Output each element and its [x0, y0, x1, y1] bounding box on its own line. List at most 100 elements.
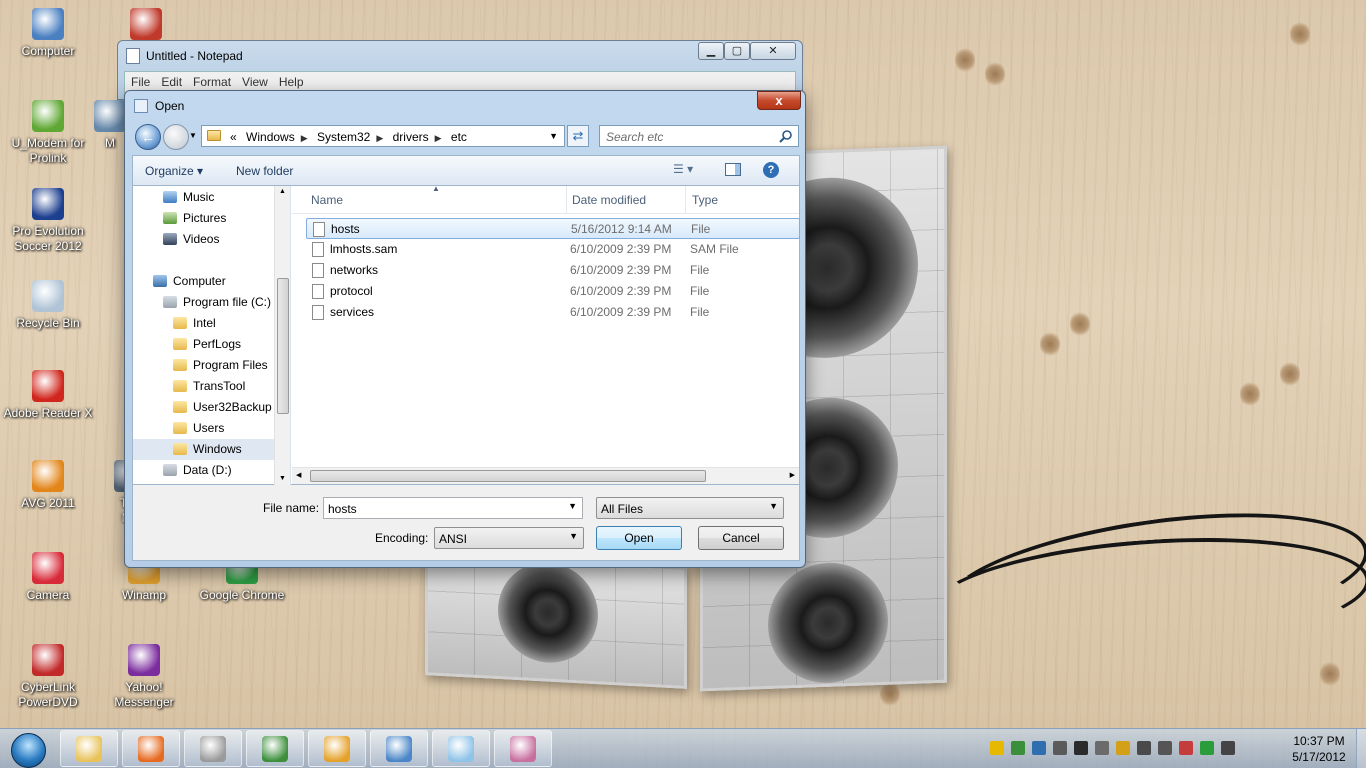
- notepad-close-button[interactable]: ✕: [750, 42, 796, 60]
- tree-item[interactable]: TransTool: [133, 376, 274, 397]
- yahoo-messenger-icon: [128, 644, 160, 676]
- cable-image: [926, 524, 1366, 666]
- tray-icon[interactable]: [1116, 740, 1130, 755]
- scroll-up-icon[interactable]: ▲: [279, 188, 286, 195]
- tray-icon[interactable]: [1074, 740, 1088, 755]
- chevron-right-icon[interactable]: ▶: [301, 133, 308, 143]
- tray-icon[interactable]: [1053, 740, 1067, 755]
- column-type[interactable]: Type: [692, 193, 718, 207]
- taskbar-button-paint[interactable]: [494, 730, 552, 767]
- file-type-value: All Files: [601, 502, 644, 516]
- file-name-input[interactable]: hosts ▼: [323, 497, 583, 519]
- start-button[interactable]: [3, 732, 55, 768]
- maximize-button[interactable]: ▢: [724, 42, 750, 60]
- column-date-modified[interactable]: Date modified: [572, 193, 646, 207]
- forward-button[interactable]: →: [163, 124, 189, 150]
- menu-format[interactable]: Format: [187, 72, 236, 89]
- taskbar-button-notepad[interactable]: [432, 730, 490, 767]
- tree-item[interactable]: Data (D:): [133, 460, 274, 481]
- open-button[interactable]: Open: [596, 526, 682, 550]
- taskbar-button-winamp[interactable]: [308, 730, 366, 767]
- desktop-icon[interactable]: CyberLink PowerDVD: [0, 644, 96, 710]
- dialog-close-button[interactable]: x: [757, 91, 801, 110]
- taskbar-button-windows-explorer[interactable]: [60, 730, 118, 767]
- tray-icon[interactable]: [1137, 740, 1151, 755]
- desktop-icon[interactable]: Yahoo! Messenger: [96, 644, 192, 710]
- tree-item[interactable]: PerfLogs: [133, 334, 274, 355]
- file-list-h-scrollbar[interactable]: ◀ ▶: [292, 467, 799, 484]
- tray-icon[interactable]: [1200, 740, 1214, 755]
- address-bar[interactable]: « Windows ▶ System32 ▶ drivers ▶ etc ▼: [201, 125, 565, 147]
- scroll-down-icon[interactable]: ▼: [279, 475, 286, 482]
- tray-icon[interactable]: [1179, 740, 1193, 755]
- tree-item[interactable]: User32Backup: [133, 397, 274, 418]
- scroll-left-icon[interactable]: ◀: [296, 471, 301, 479]
- file-type: File: [691, 222, 711, 236]
- refresh-button[interactable]: ⇄: [567, 125, 589, 147]
- tree-item[interactable]: Music: [133, 187, 274, 208]
- recent-pages-dropdown[interactable]: ▼: [189, 131, 197, 140]
- address-dropdown-icon[interactable]: ▼: [549, 131, 558, 141]
- organize-button[interactable]: Organize ▾: [145, 164, 203, 178]
- tree-item[interactable]: Program file (C:): [133, 292, 274, 313]
- tree-scroll-thumb[interactable]: [277, 278, 289, 414]
- tray-icon[interactable]: [1221, 740, 1235, 755]
- tree-item[interactable]: Videos: [133, 229, 274, 250]
- preview-pane-icon[interactable]: [725, 163, 741, 176]
- file-row[interactable]: services 6/10/2009 2:39 PM File: [306, 302, 800, 323]
- tree-item[interactable]: Pictures: [133, 208, 274, 229]
- view-options-icon[interactable]: ☰ ▾: [673, 162, 693, 176]
- menu-view[interactable]: View: [236, 72, 273, 89]
- desktop-icon[interactable]: Computer: [0, 8, 96, 59]
- chevron-down-icon[interactable]: ▼: [568, 501, 577, 511]
- desktop-icon[interactable]: Adobe Reader X: [0, 370, 96, 421]
- file-type-select[interactable]: All Files ▼: [596, 497, 784, 519]
- open-dialog[interactable]: Open x ← → ▼ « Windows ▶ System32 ▶ driver…: [124, 90, 806, 568]
- help-icon[interactable]: ?: [763, 162, 779, 178]
- tray-icon[interactable]: [1011, 740, 1025, 755]
- taskbar-button-firefox[interactable]: [122, 730, 180, 767]
- breadcrumb-overflow[interactable]: «: [230, 130, 237, 144]
- taskbar-button-internet-download-manager[interactable]: [246, 730, 304, 767]
- cancel-button[interactable]: Cancel: [698, 526, 784, 550]
- show-desktop-button[interactable]: [1356, 729, 1366, 768]
- breadcrumb-windows[interactable]: Windows: [246, 130, 295, 144]
- desktop-icon[interactable]: Recycle Bin: [0, 280, 96, 331]
- search-input[interactable]: Search etc: [599, 125, 799, 147]
- file-row[interactable]: networks 6/10/2009 2:39 PM File: [306, 260, 800, 281]
- column-name[interactable]: Name: [311, 193, 343, 207]
- tree-item[interactable]: Intel: [133, 313, 274, 334]
- menu-file[interactable]: File: [125, 72, 155, 89]
- desktop-icon[interactable]: Camera: [0, 552, 96, 603]
- dialog-title: Open: [155, 99, 185, 113]
- tray-icon[interactable]: [1032, 740, 1046, 755]
- tray-icon[interactable]: [1158, 740, 1172, 755]
- breadcrumb-etc[interactable]: etc: [451, 130, 467, 144]
- tree-scrollbar[interactable]: ▲ ▼: [274, 186, 290, 486]
- file-row[interactable]: protocol 6/10/2009 2:39 PM File: [306, 281, 800, 302]
- tray-icon[interactable]: [1095, 740, 1109, 755]
- tree-item[interactable]: Windows: [133, 439, 274, 460]
- chevron-right-icon[interactable]: ▶: [435, 133, 442, 143]
- breadcrumb-drivers[interactable]: drivers: [393, 130, 429, 144]
- tray-icon[interactable]: [990, 740, 1004, 755]
- minimize-button[interactable]: ▁: [698, 42, 724, 60]
- tree-item[interactable]: Computer: [133, 271, 274, 292]
- chevron-right-icon[interactable]: ▶: [376, 133, 383, 143]
- file-list-scroll-thumb[interactable]: [310, 470, 706, 482]
- menu-help[interactable]: Help: [273, 72, 309, 89]
- clock[interactable]: 10:37 PM 5/17/2012: [1283, 733, 1355, 765]
- new-folder-button[interactable]: New folder: [236, 164, 293, 178]
- taskbar-button-app-bubble[interactable]: [370, 730, 428, 767]
- tree-item[interactable]: Users: [133, 418, 274, 439]
- desktop-icon[interactable]: Pro Evolution Soccer 2012: [0, 188, 96, 254]
- file-row[interactable]: hosts 5/16/2012 9:14 AM File: [306, 218, 800, 239]
- file-row[interactable]: lmhosts.sam 6/10/2009 2:39 PM SAM File: [306, 239, 800, 260]
- taskbar-button-app-swirl[interactable]: [184, 730, 242, 767]
- encoding-select[interactable]: ANSI ▼: [434, 527, 584, 549]
- back-button[interactable]: ←: [135, 124, 161, 150]
- breadcrumb-system32[interactable]: System32: [317, 130, 370, 144]
- scroll-right-icon[interactable]: ▶: [790, 471, 795, 479]
- menu-edit[interactable]: Edit: [155, 72, 187, 89]
- tree-item[interactable]: Program Files: [133, 355, 274, 376]
